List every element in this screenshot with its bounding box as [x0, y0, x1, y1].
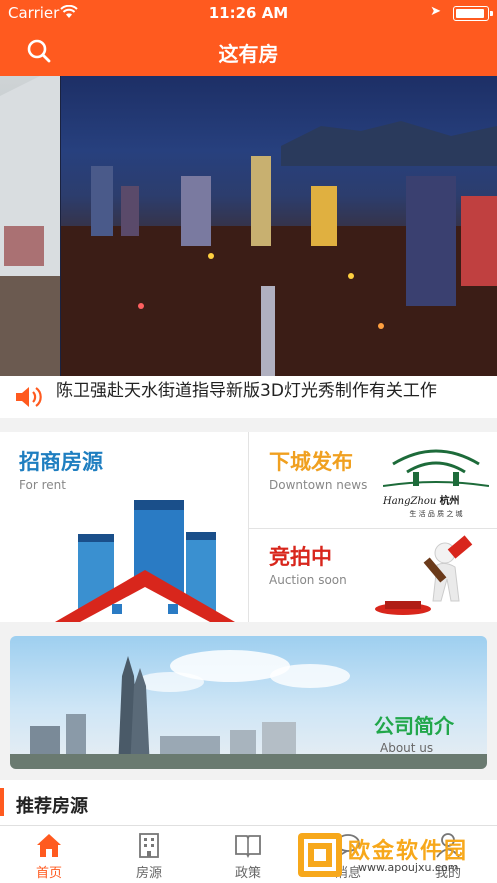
- tab-policy[interactable]: 政策: [218, 832, 278, 881]
- status-bar: Carrier 11:26 AM ➤: [0, 0, 497, 26]
- tab-home-label: 首页: [35, 866, 62, 881]
- downtown-card-title: 下城发布: [269, 450, 353, 474]
- banner-previous-slide-image: [0, 76, 60, 376]
- section-accent-bar: [0, 788, 4, 816]
- tab-home[interactable]: 首页: [19, 832, 79, 881]
- watermark-logo: 欧金软件园 www.apoujxu.com: [298, 833, 490, 879]
- hangzhou-logo-en: HangZhou: [383, 496, 437, 507]
- banner-city-night-image: [61, 76, 497, 376]
- nav-bar: 这有房: [0, 26, 497, 76]
- recommended-section-header: 推荐房源: [0, 780, 497, 825]
- hangzhou-logo-cn: 杭州: [439, 496, 460, 507]
- auction-card[interactable]: 竞拍中 Auction soon: [249, 529, 497, 622]
- rent-card-subtitle: For rent: [19, 478, 66, 492]
- battery-icon: [453, 6, 493, 21]
- downtown-card[interactable]: 下城发布 Downtown news HangZhou 杭州 生 活 品 质 之…: [249, 432, 497, 528]
- rent-card[interactable]: 招商房源 For rent: [0, 432, 248, 622]
- tab-listings[interactable]: 房源: [119, 832, 179, 881]
- tab-policy-label: 政策: [234, 866, 261, 881]
- news-headline[interactable]: 陈卫强赴天水街道指导新版3D灯光秀制作有关工作: [56, 376, 437, 401]
- location-arrow-icon: ➤: [430, 4, 441, 19]
- watermark-url: www.apoujxu.com: [358, 861, 459, 874]
- building-icon: [139, 833, 159, 858]
- page-title: 这有房: [218, 42, 279, 66]
- watermark-logo-mark: [298, 833, 342, 877]
- feature-grid: 招商房源 For rent 下城发布 Downtown news HangZho…: [0, 432, 497, 622]
- banner-carousel[interactable]: [0, 76, 497, 376]
- news-ticker[interactable]: 陈卫强赴天水街道指导新版3D灯光秀制作有关工作: [0, 376, 497, 418]
- company-intro-subtitle: About us: [380, 741, 434, 755]
- tab-listings-label: 房源: [135, 866, 162, 881]
- buildings-illustration: [55, 500, 235, 622]
- clock: 11:26 AM: [208, 4, 289, 22]
- downtown-card-subtitle: Downtown news: [269, 478, 368, 492]
- rent-card-title: 招商房源: [19, 450, 103, 474]
- recommended-section-title: 推荐房源: [16, 796, 88, 817]
- auction-card-subtitle: Auction soon: [269, 573, 347, 587]
- home-icon: [37, 834, 61, 857]
- company-intro-title: 公司简介: [374, 714, 454, 738]
- auction-hammer-illustration: [375, 535, 473, 615]
- auction-card-title: 竞拍中: [269, 545, 332, 569]
- hangzhou-logo-slogan: 生 活 品 质 之 城: [409, 510, 463, 518]
- company-intro-card[interactable]: 公司简介 About us: [10, 636, 487, 769]
- hangzhou-logo: HangZhou 杭州 生 活 品 质 之 城: [382, 444, 490, 524]
- book-icon: [235, 835, 261, 858]
- speaker-icon: [16, 387, 42, 407]
